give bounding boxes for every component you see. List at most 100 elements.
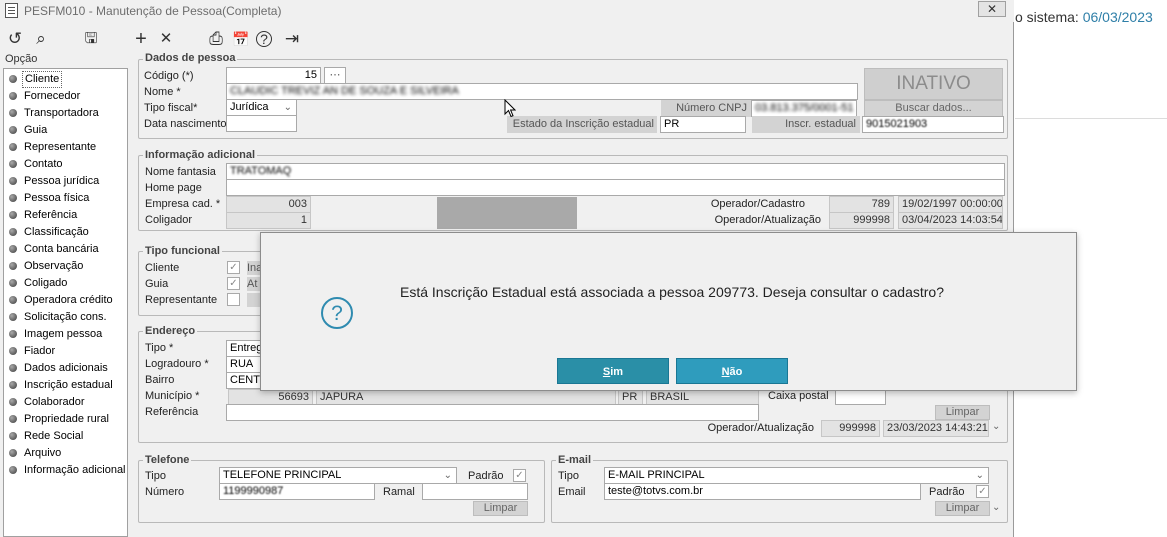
- tel-padrao-checkbox[interactable]: ✓: [513, 469, 526, 482]
- codigo-field[interactable]: 15: [226, 67, 321, 84]
- nav-item[interactable]: Fornecedor: [9, 88, 129, 105]
- nav-item-label: Pessoa física: [24, 192, 90, 204]
- funcional-representante-label: Representante: [145, 294, 218, 306]
- chevron-down-icon: ⌄: [443, 470, 452, 481]
- tel-numero-field[interactable]: 1199990987: [219, 483, 375, 500]
- nav-item[interactable]: Cliente: [9, 71, 129, 88]
- nav-item[interactable]: Pessoa física: [9, 190, 129, 207]
- nav-item[interactable]: Informação adicional: [9, 462, 129, 479]
- nav-item[interactable]: Inscrição estadual: [9, 377, 129, 394]
- close-button[interactable]: ✕: [978, 1, 1006, 17]
- bullet-icon: [9, 296, 17, 304]
- chevron-down-icon[interactable]: ⌄: [992, 421, 1000, 432]
- confirm-dialog: ? Está Inscrição Estadual está associada…: [260, 232, 1077, 391]
- nav-item[interactable]: Conta bancária: [9, 241, 129, 258]
- operador-atualizacao-date: 03/04/2023 14:03:54: [898, 212, 1003, 229]
- bullet-icon: [9, 330, 17, 338]
- funcional-representante-status: [247, 293, 261, 307]
- nav-item[interactable]: Referência: [9, 207, 129, 224]
- funcional-guia-checkbox[interactable]: ✓: [227, 277, 240, 290]
- data-nascimento-field[interactable]: [226, 115, 297, 132]
- chevron-down-icon[interactable]: ⌄: [992, 502, 1000, 513]
- sim-button[interactable]: Sim: [557, 358, 669, 384]
- bullet-icon: [9, 432, 17, 440]
- nav-item[interactable]: Fiador: [9, 343, 129, 360]
- print-icon[interactable]: ⎙: [205, 28, 227, 50]
- nav-item[interactable]: Transportadora: [9, 105, 129, 122]
- nav-item-label: Imagem pessoa: [24, 328, 103, 340]
- chevron-down-icon: ⌄: [283, 102, 292, 113]
- bullet-icon: [9, 194, 17, 202]
- email-field[interactable]: teste@totvs.com.br: [604, 483, 921, 500]
- nav-item-label: Fornecedor: [24, 90, 81, 102]
- bullet-icon: [9, 262, 17, 270]
- help-icon[interactable]: ?: [256, 31, 272, 47]
- nav-item[interactable]: Dados adicionais: [9, 360, 129, 377]
- nav-item-label: Arquivo: [24, 447, 62, 459]
- estado-ie-field[interactable]: PR: [660, 116, 746, 133]
- operador-cadastro-label: Operador/Cadastro: [710, 198, 805, 210]
- nav-item[interactable]: Representante: [9, 139, 129, 156]
- nav-item[interactable]: Pessoa jurídica: [9, 173, 129, 190]
- nav-item[interactable]: Classificação: [9, 224, 129, 241]
- email-tipo-label: Tipo: [558, 470, 579, 482]
- nav-item[interactable]: Solicitação cons.: [9, 309, 129, 326]
- home-page-field[interactable]: [226, 179, 1005, 196]
- window-title: PESFM010 - Manutenção de Pessoa(Completa…: [24, 4, 282, 18]
- tel-ramal-field[interactable]: [422, 483, 528, 500]
- exit-icon[interactable]: ⇥: [281, 28, 303, 50]
- endereco-limpar-button[interactable]: Limpar: [935, 405, 990, 420]
- email-limpar-button[interactable]: Limpar: [935, 501, 990, 516]
- email-tipo-select[interactable]: E-MAIL PRINCIPAL ⌄: [604, 467, 989, 484]
- logradouro-field[interactable]: RUA: [226, 356, 262, 373]
- end-tipo-select[interactable]: Entreg: [226, 340, 262, 357]
- save-icon[interactable]: 🖫: [80, 28, 102, 50]
- email-padrao-checkbox[interactable]: ✓: [976, 485, 989, 498]
- search-icon[interactable]: ⌕: [30, 28, 52, 50]
- bairro-field[interactable]: CENTR: [226, 372, 262, 389]
- nav-item-label: Guia: [24, 124, 48, 136]
- bullet-icon: [9, 364, 17, 372]
- operador-atualizacao-label: Operador/Atualização: [714, 214, 821, 226]
- inscr-estadual-field[interactable]: 9015021903: [862, 116, 1004, 133]
- nav-item[interactable]: Contato: [9, 156, 129, 173]
- nav-title: Opção: [5, 53, 38, 65]
- tel-tipo-select[interactable]: TELEFONE PRINCIPAL ⌄: [219, 467, 457, 484]
- nav-item[interactable]: Rede Social: [9, 428, 129, 445]
- nome-fantasia-field[interactable]: TRATOMAQ: [226, 163, 1005, 180]
- bullet-icon: [9, 177, 17, 185]
- nav-item[interactable]: Coligado: [9, 275, 129, 292]
- bullet-icon: [9, 228, 17, 236]
- photo-placeholder: [437, 197, 577, 229]
- nav-item[interactable]: Propriedade rural: [9, 411, 129, 428]
- referencia-field[interactable]: [226, 404, 759, 421]
- tel-padrao-label: Padrão: [468, 470, 504, 482]
- nav-item[interactable]: Arquivo: [9, 445, 129, 462]
- nome-field[interactable]: CLAUDIC TREVIZ AN DE SOUZA E SILVEIRA: [226, 83, 858, 100]
- nav-item-label: Operadora crédito: [24, 294, 113, 306]
- codigo-label: Código (*): [144, 70, 194, 82]
- bullet-icon: [9, 415, 17, 423]
- nav-item[interactable]: Guia: [9, 122, 129, 139]
- nav-item[interactable]: Operadora crédito: [9, 292, 129, 309]
- funcional-cliente-checkbox[interactable]: ✓: [227, 261, 240, 274]
- cnpj-field[interactable]: 03.813.375/0001-51: [751, 100, 857, 117]
- add-icon[interactable]: +: [130, 28, 152, 50]
- coligador-field[interactable]: 1: [226, 212, 311, 229]
- tipo-fiscal-select[interactable]: Jurídica ⌄: [226, 99, 297, 116]
- bullet-icon: [9, 160, 17, 168]
- tel-limpar-button[interactable]: Limpar: [473, 501, 528, 516]
- home-page-label: Home page: [145, 182, 202, 194]
- calendar-icon[interactable]: 📅: [230, 28, 252, 50]
- buscar-dados-button[interactable]: Buscar dados...: [864, 100, 1003, 117]
- codigo-lookup-button[interactable]: ⋯: [324, 67, 346, 84]
- funcional-representante-checkbox[interactable]: [227, 293, 240, 306]
- undo-icon[interactable]: ↺: [4, 28, 26, 50]
- empresa-cad-field[interactable]: 003: [226, 196, 311, 213]
- nao-button[interactable]: Não: [676, 358, 788, 384]
- nav-item[interactable]: Imagem pessoa: [9, 326, 129, 343]
- nav-item[interactable]: Observação: [9, 258, 129, 275]
- delete-icon[interactable]: ✕: [155, 28, 177, 50]
- nav-item-label: Rede Social: [24, 430, 84, 442]
- nav-item[interactable]: Colaborador: [9, 394, 129, 411]
